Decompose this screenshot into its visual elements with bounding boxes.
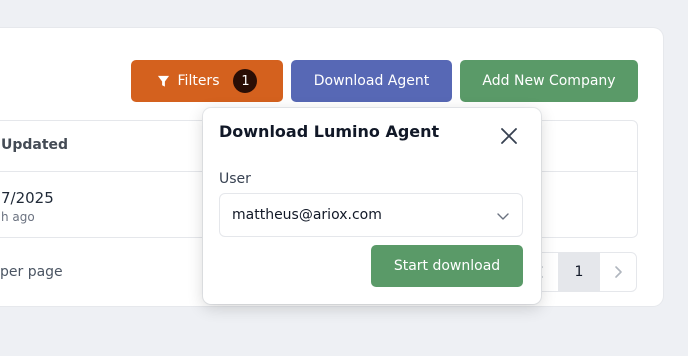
current-page-button[interactable]: 1 <box>559 252 599 292</box>
filters-count-badge: 1 <box>233 69 258 93</box>
start-download-button[interactable]: Start download <box>371 245 523 287</box>
download-agent-dialog: Download Lumino Agent User mattheus@ario… <box>203 108 541 304</box>
column-header-updated[interactable]: Updated <box>1 137 68 153</box>
chevron-down-icon <box>497 213 509 220</box>
updated-date: 7/2025 <box>1 189 54 207</box>
filter-icon <box>157 75 169 87</box>
updated-relative-time: h ago <box>1 210 35 224</box>
user-select[interactable]: mattheus@ariox.com <box>219 193 523 237</box>
chevron-right-icon <box>615 266 622 278</box>
add-new-company-button[interactable]: Add New Company <box>460 60 638 102</box>
per-page-label: per page <box>0 264 63 280</box>
filters-label: Filters <box>177 73 220 89</box>
next-page-button[interactable] <box>599 252 637 292</box>
filters-button[interactable]: Filters 1 <box>131 60 283 102</box>
download-agent-button[interactable]: Download Agent <box>291 60 452 102</box>
user-field-label: User <box>219 171 251 187</box>
user-select-value: mattheus@ariox.com <box>232 207 382 223</box>
close-icon[interactable] <box>499 126 519 146</box>
dialog-title: Download Lumino Agent <box>219 122 440 141</box>
